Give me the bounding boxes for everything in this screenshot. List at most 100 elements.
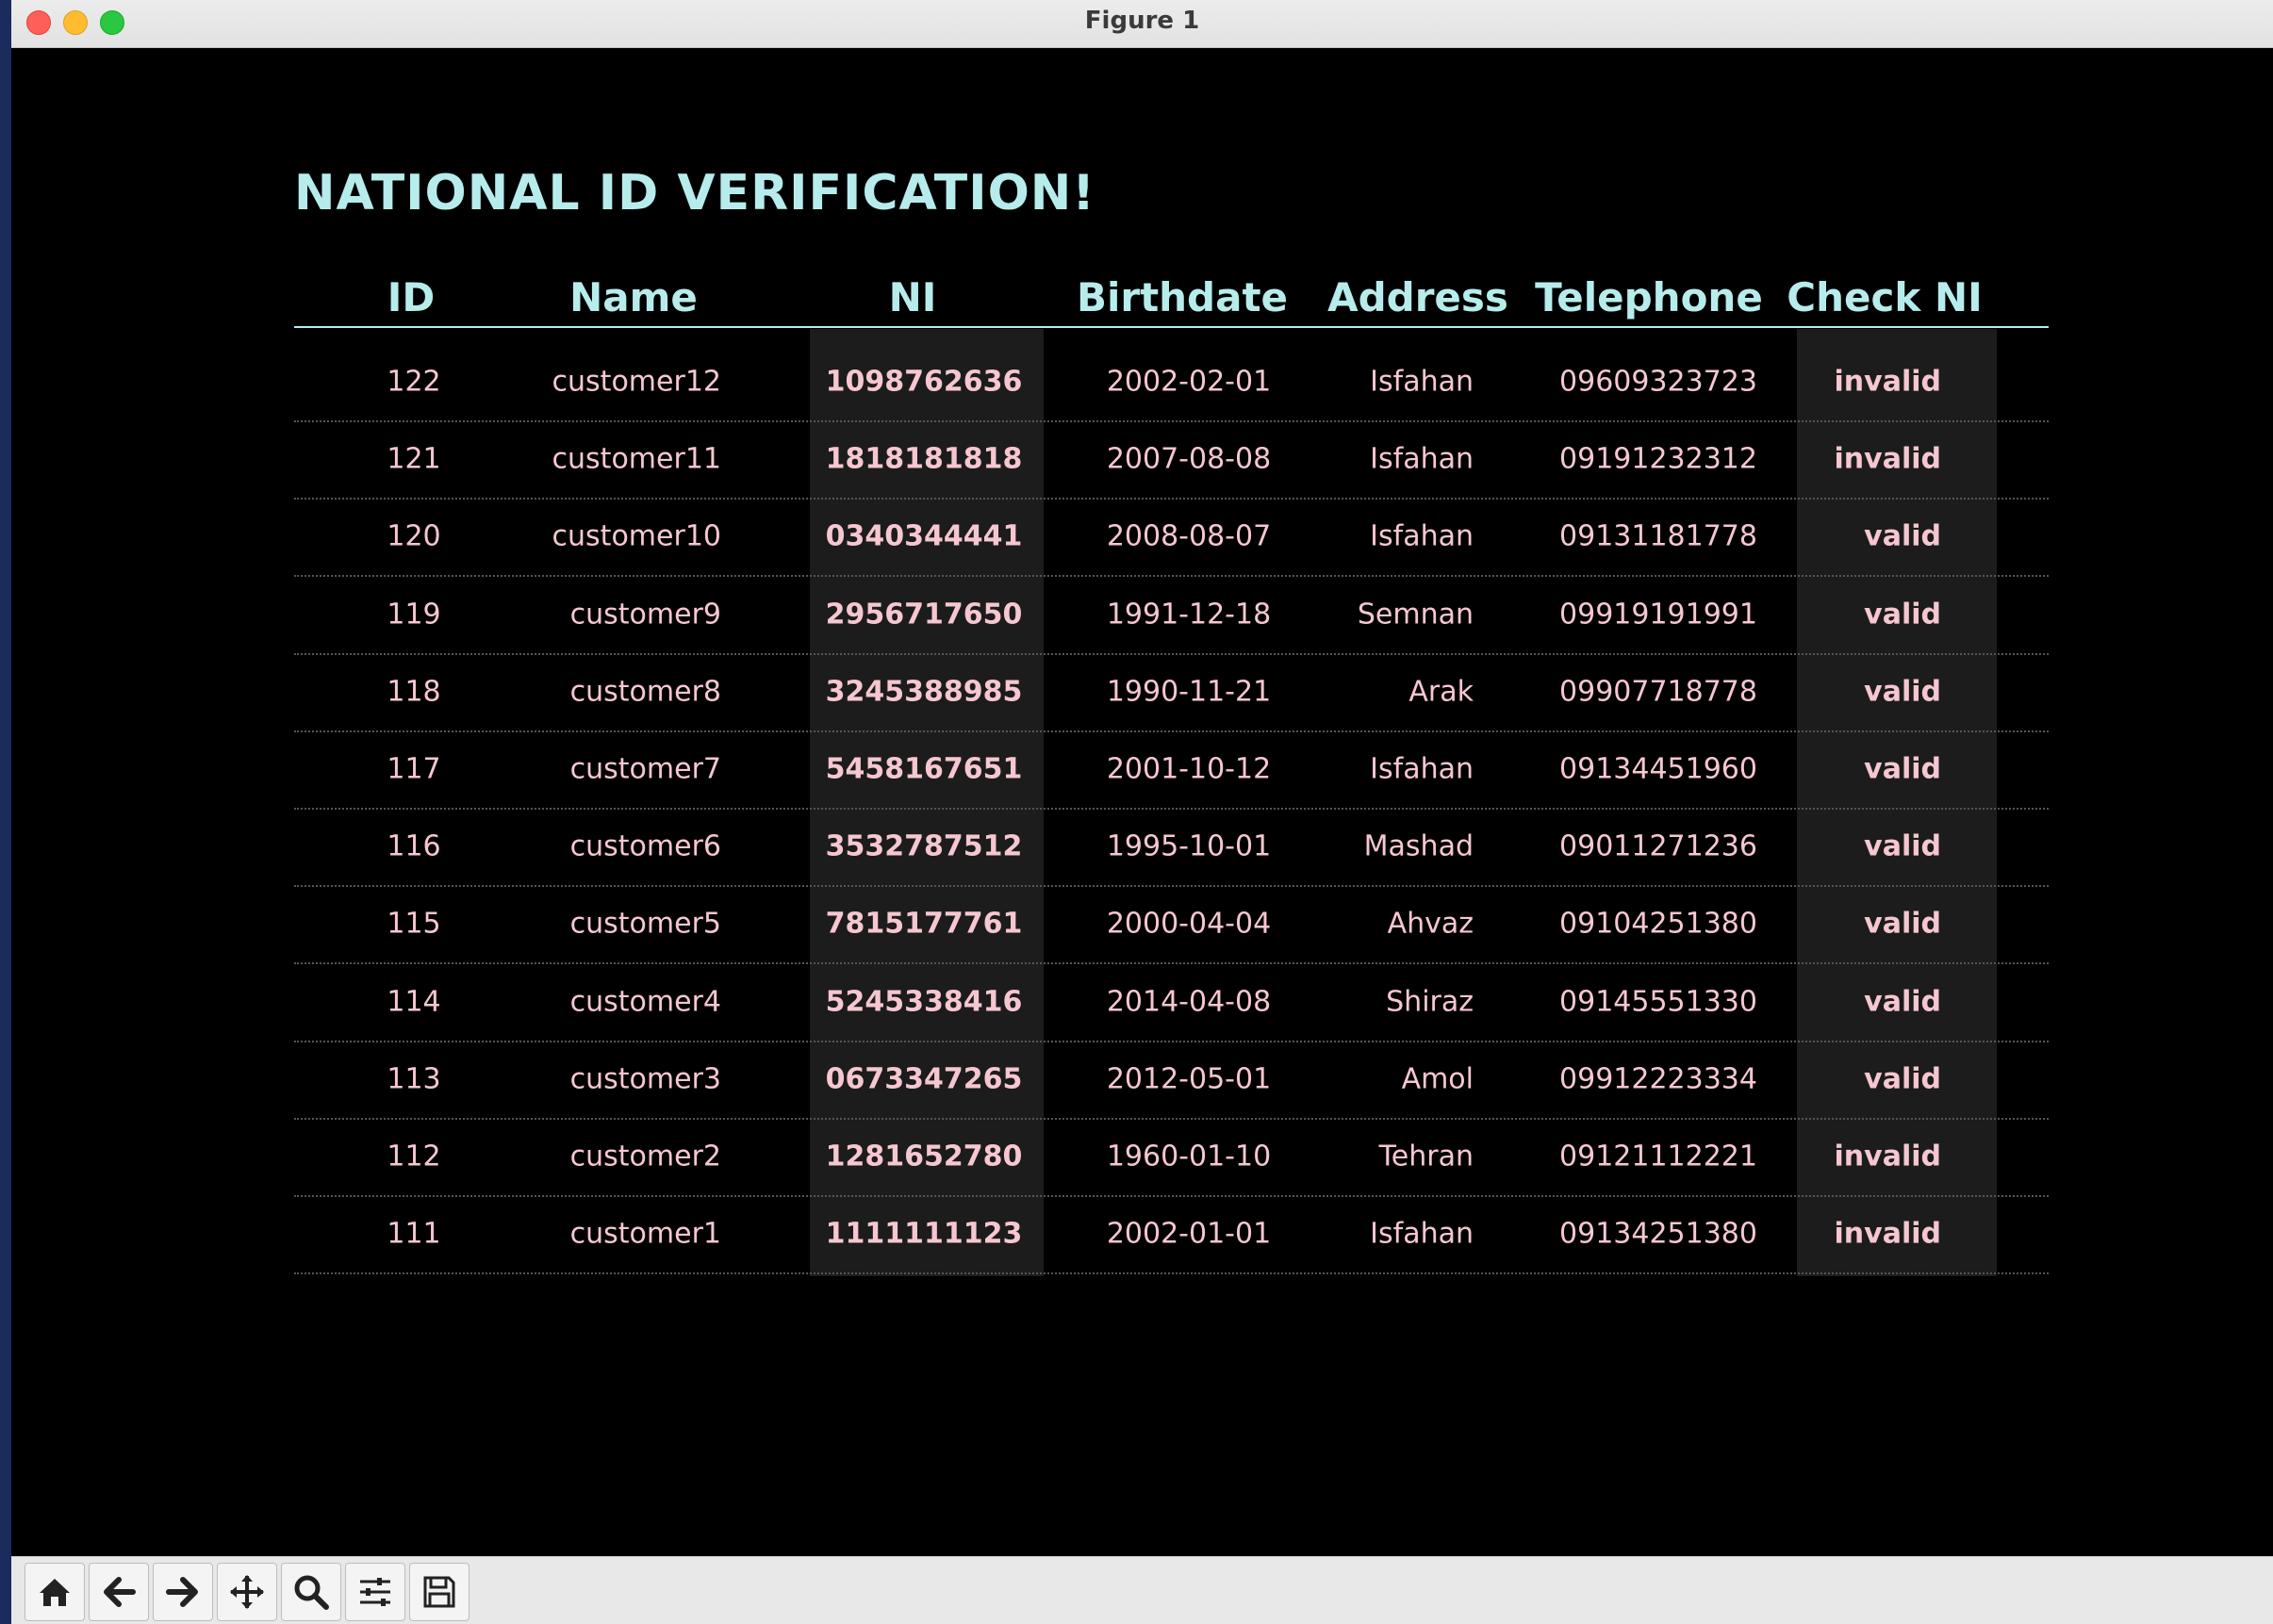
- cell-birthdate: 1990-11-21: [1106, 675, 1272, 709]
- cell-check-ni: valid: [1864, 1062, 1941, 1096]
- row-divider: [294, 498, 2049, 500]
- header-name: Name: [569, 274, 698, 320]
- header-check-ni: Check NI: [1787, 274, 1983, 320]
- save-icon: [423, 1576, 455, 1608]
- cell-ni: 5245338416: [825, 985, 1023, 1019]
- forward-button[interactable]: [153, 1563, 213, 1621]
- cell-id: 112: [387, 1140, 441, 1173]
- cell-address: Ahvaz: [1387, 907, 1474, 941]
- cell-telephone: 09011271236: [1559, 829, 1757, 863]
- row-divider: [294, 962, 2049, 965]
- cell-name: customer6: [569, 829, 721, 863]
- pan-icon: [230, 1575, 264, 1609]
- cell-birthdate: 2000-04-04: [1106, 907, 1272, 941]
- cell-check-ni: invalid: [1834, 365, 1941, 399]
- cell-check-ni: valid: [1864, 598, 1941, 632]
- navigation-toolbar: [11, 1556, 2273, 1624]
- cell-ni: 2956717650: [825, 598, 1023, 632]
- cell-id: 118: [387, 675, 441, 709]
- cell-id: 120: [387, 519, 441, 553]
- cell-birthdate: 2014-04-08: [1106, 985, 1272, 1019]
- cell-check-ni: valid: [1864, 907, 1941, 941]
- cell-telephone: 09191232312: [1559, 442, 1757, 476]
- pan-button[interactable]: [217, 1563, 277, 1621]
- cell-telephone: 09134251380: [1559, 1217, 1757, 1251]
- cell-ni: 5458167651: [825, 752, 1023, 786]
- row-divider: [294, 1117, 2049, 1120]
- cell-telephone: 09121112221: [1559, 1140, 1757, 1173]
- row-divider: [294, 420, 2049, 422]
- cell-address: Mashad: [1363, 829, 1474, 863]
- cell-ni: 1098762636: [825, 365, 1023, 399]
- cell-name: customer10: [552, 519, 721, 553]
- cell-name: customer11: [552, 442, 721, 476]
- cell-check-ni: valid: [1864, 675, 1941, 709]
- cell-birthdate: 2008-08-07: [1106, 519, 1272, 553]
- cell-telephone: 09907718778: [1559, 675, 1757, 709]
- cell-name: customer5: [569, 907, 721, 941]
- figure-canvas: NATIONAL ID VERIFICATION! ID Name NI Birthd…: [11, 48, 2273, 1556]
- zoom-button[interactable]: [281, 1563, 341, 1621]
- cell-check-ni: valid: [1864, 829, 1941, 863]
- cell-id: 111: [387, 1217, 441, 1251]
- row-divider: [294, 1040, 2049, 1042]
- cell-id: 116: [387, 829, 441, 863]
- cell-address: Isfahan: [1370, 1217, 1474, 1251]
- back-button[interactable]: [89, 1563, 149, 1621]
- row-divider: [294, 885, 2049, 888]
- cell-telephone: 09609323723: [1559, 365, 1757, 399]
- cell-address: Isfahan: [1370, 365, 1474, 399]
- configure-subplots-button[interactable]: [345, 1563, 405, 1621]
- cell-telephone: 09131181778: [1559, 519, 1757, 553]
- cell-check-ni: valid: [1864, 519, 1941, 553]
- header-address: Address: [1327, 274, 1508, 320]
- cell-name: customer2: [569, 1140, 721, 1173]
- home-icon: [40, 1579, 70, 1606]
- header-id: ID: [387, 274, 436, 320]
- cell-address: Isfahan: [1370, 519, 1474, 553]
- cell-id: 113: [387, 1062, 441, 1096]
- configure-subplots-icon: [360, 1578, 390, 1606]
- cell-telephone: 09919191991: [1559, 598, 1757, 632]
- cell-name: customer3: [569, 1062, 721, 1096]
- header-telephone: Telephone: [1535, 274, 1763, 320]
- cell-telephone: 09145551330: [1559, 985, 1757, 1019]
- cell-birthdate: 2002-02-01: [1106, 365, 1272, 399]
- row-divider: [294, 808, 2049, 810]
- cell-check-ni: invalid: [1834, 1140, 1941, 1173]
- save-button[interactable]: [409, 1563, 469, 1621]
- cell-ni: 1111111123: [825, 1217, 1023, 1251]
- cell-ni: 1281652780: [825, 1140, 1023, 1173]
- cell-check-ni: invalid: [1834, 442, 1941, 476]
- cell-telephone: 09134451960: [1559, 752, 1757, 786]
- cell-birthdate: 2001-10-12: [1106, 752, 1272, 786]
- title-bar: Figure 1: [11, 0, 2273, 48]
- cell-telephone: 09912223334: [1559, 1062, 1757, 1096]
- row-divider: [294, 575, 2049, 578]
- cell-ni: 0673347265: [825, 1062, 1023, 1096]
- home-button[interactable]: [25, 1563, 85, 1621]
- row-divider: [294, 1272, 2049, 1275]
- cell-ni: 0340344441: [825, 519, 1023, 553]
- cell-id: 119: [387, 598, 441, 632]
- cell-address: Shiraz: [1386, 985, 1474, 1019]
- cell-birthdate: 2012-05-01: [1106, 1062, 1272, 1096]
- cell-address: Isfahan: [1370, 752, 1474, 786]
- cell-name: customer7: [569, 752, 721, 786]
- cell-ni: 7815177761: [825, 907, 1023, 941]
- window-title: Figure 1: [1084, 7, 1200, 35]
- cell-birthdate: 2002-01-01: [1106, 1217, 1272, 1251]
- zoom-icon: [294, 1575, 329, 1610]
- cell-id: 115: [387, 907, 441, 941]
- cell-ni: 3245388985: [825, 675, 1023, 709]
- cell-id: 117: [387, 752, 441, 786]
- cell-check-ni: valid: [1864, 752, 1941, 786]
- header-ni: NI: [888, 274, 937, 320]
- cell-birthdate: 1995-10-01: [1106, 829, 1272, 863]
- cell-id: 114: [387, 985, 441, 1019]
- cell-ni: 1818181818: [825, 442, 1023, 476]
- forward-arrow-icon: [166, 1577, 198, 1607]
- header-birthdate: Birthdate: [1076, 274, 1289, 320]
- row-divider: [294, 652, 2049, 655]
- cell-name: customer12: [552, 365, 721, 399]
